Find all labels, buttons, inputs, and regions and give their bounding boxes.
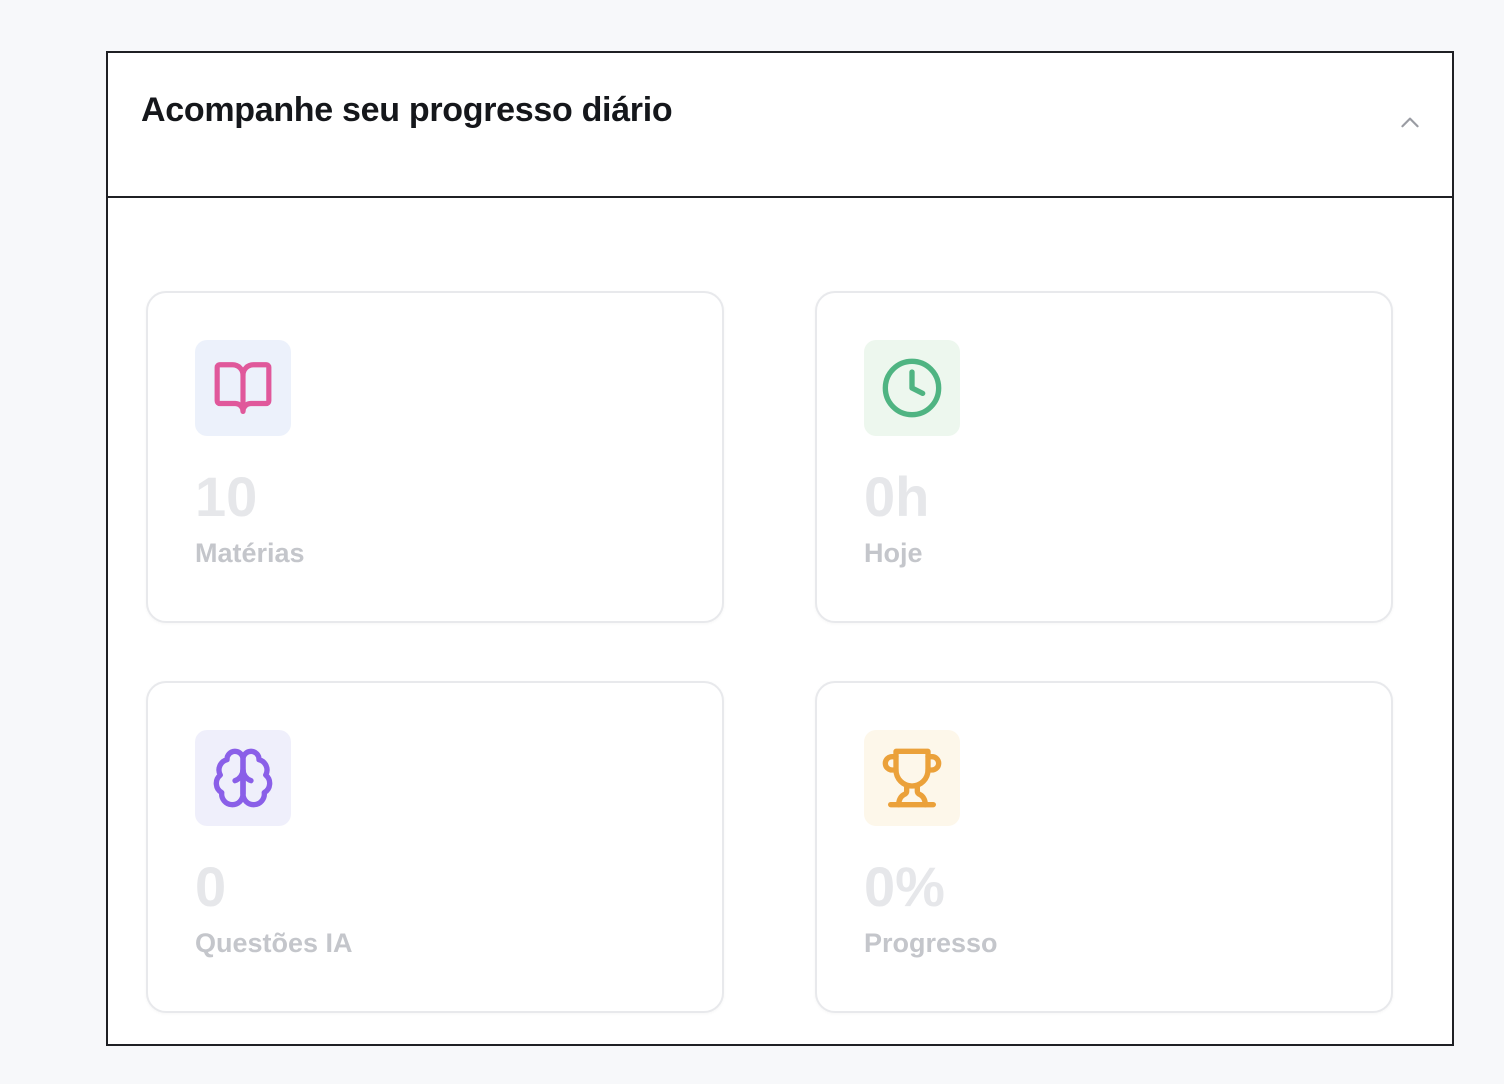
stat-label: Progresso (864, 928, 998, 958)
stat-icon-box (864, 730, 960, 826)
stat-label: Questões IA (195, 928, 353, 958)
stat-icon-box (195, 730, 291, 826)
clock-icon (882, 358, 942, 418)
stat-label: Matérias (195, 538, 305, 568)
stat-card-materias: 10 Matérias (146, 291, 724, 623)
book-open-icon (214, 362, 272, 414)
panel-header[interactable]: Acompanhe seu progresso diário (108, 53, 1452, 198)
progress-panel: Acompanhe seu progresso diário 10 Matéri… (106, 51, 1454, 1046)
trophy-icon (882, 748, 942, 808)
brain-icon (213, 748, 273, 808)
stat-value: 0 (195, 855, 227, 918)
stat-value: 10 (195, 465, 258, 528)
stat-value: 0h (864, 465, 930, 528)
collapse-button[interactable] (1392, 105, 1428, 141)
stat-label: Hoje (864, 538, 923, 568)
stat-card-progresso: 0% Progresso (815, 681, 1393, 1013)
stat-card-hoje: 0h Hoje (815, 291, 1393, 623)
panel-title: Acompanhe seu progresso diário (141, 91, 673, 129)
stat-card-questoes-ia: 0 Questões IA (146, 681, 724, 1013)
stat-icon-box (195, 340, 291, 436)
chevron-up-icon (1401, 117, 1419, 128)
stat-icon-box (864, 340, 960, 436)
stat-value: 0% (864, 855, 945, 918)
